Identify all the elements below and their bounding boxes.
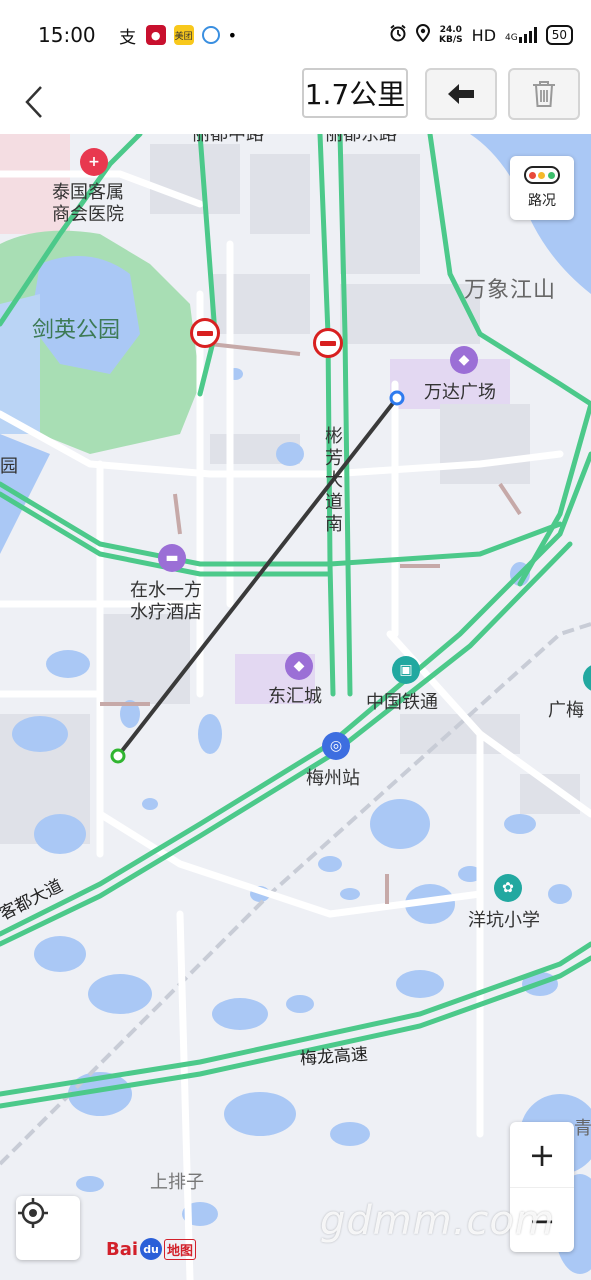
measure-end-point[interactable] bbox=[389, 390, 405, 406]
signal-type: 4G bbox=[505, 33, 518, 43]
donghui-label: 东汇城 bbox=[268, 686, 322, 707]
measure-start-point[interactable] bbox=[110, 748, 126, 764]
status-app-icons: 支 ● 美团 • bbox=[118, 25, 238, 48]
baidu-map-logo: Bai du 地图 bbox=[106, 1238, 197, 1260]
chevron-left-icon bbox=[25, 86, 42, 118]
delete-button[interactable] bbox=[508, 68, 580, 120]
hotel-pin-icon[interactable]: ▬ bbox=[158, 544, 186, 572]
distance-readout: 1.7公里 bbox=[302, 68, 408, 118]
back-button[interactable] bbox=[14, 78, 54, 126]
wanxiang-label: 万象江山 bbox=[464, 278, 557, 303]
locate-button[interactable] bbox=[16, 1196, 80, 1260]
hotel-label: 在水一方 水疗酒店 bbox=[130, 580, 202, 623]
shopping-pin-icon[interactable]: ◆ bbox=[285, 652, 313, 680]
binfang-road-label: 彬芳大道南 bbox=[325, 426, 343, 535]
hospital-label: 泰国客属 商会医院 bbox=[52, 182, 124, 225]
measure-toolbar: 1.7公里 bbox=[0, 68, 591, 134]
status-indicators: 24.0 KB/S HD 4G 50 bbox=[389, 23, 573, 46]
telecom-pin-icon[interactable]: ▣ bbox=[392, 656, 420, 684]
logo-map: 地图 bbox=[164, 1238, 197, 1260]
net-speed-unit: KB/S bbox=[439, 35, 463, 45]
map-view[interactable]: + ◆ ▬ ◆ ▣ ◎ ✿ 丽都中路 丽都东路 泰国客属 商会医院 剑英公园 万… bbox=[0, 134, 591, 1280]
meilong-road-label: 梅龙高速 bbox=[299, 1044, 369, 1070]
trash-icon bbox=[533, 81, 555, 107]
arrow-left-icon bbox=[448, 84, 474, 104]
shangpaizi-label: 上排子 bbox=[150, 1172, 204, 1193]
status-bar: 15:00 支 ● 美团 • 24.0 KB/S HD 4G 50 bbox=[0, 0, 591, 70]
top-road-left-label: 丽都中路 bbox=[192, 134, 264, 145]
net-speed-value: 24.0 bbox=[439, 25, 462, 35]
hospital-pin-icon[interactable]: + bbox=[80, 148, 108, 176]
hd-indicator: HD bbox=[471, 25, 497, 45]
shopping-pin-icon[interactable]: ◆ bbox=[450, 346, 478, 374]
station-label: 梅州站 bbox=[306, 768, 360, 789]
logo-du: du bbox=[140, 1238, 163, 1260]
alarm-icon bbox=[389, 24, 407, 46]
app-icon: ● bbox=[145, 25, 166, 45]
signal-icon: 4G bbox=[505, 27, 537, 43]
logo-bai: Bai bbox=[106, 1238, 139, 1260]
yangkeng-label: 洋坑小学 bbox=[468, 910, 540, 931]
wanda-label: 万达广场 bbox=[424, 382, 496, 403]
traffic-light-icon bbox=[524, 166, 560, 184]
network-speed: 24.0 KB/S bbox=[439, 25, 463, 45]
park-label: 剑英公园 bbox=[32, 318, 121, 343]
traffic-label: 路况 bbox=[528, 193, 556, 209]
traffic-toggle-button[interactable]: 路况 bbox=[510, 156, 574, 220]
dot-icon: • bbox=[227, 25, 238, 45]
guangmei-label: 广梅 bbox=[548, 700, 584, 721]
zoom-in-button[interactable]: + bbox=[510, 1122, 574, 1188]
crosshair-icon bbox=[18, 1198, 48, 1228]
left-edge-label: 花园 bbox=[0, 456, 18, 477]
no-entry-icon bbox=[313, 328, 343, 358]
undo-button[interactable] bbox=[425, 68, 497, 120]
battery-icon: 50 bbox=[545, 25, 573, 45]
school-pin-icon[interactable]: ✿ bbox=[494, 874, 522, 902]
alipay-icon: 支 bbox=[119, 27, 137, 48]
watermark: gdmm.com bbox=[320, 1198, 555, 1244]
status-time: 15:00 bbox=[38, 23, 96, 47]
app-icon bbox=[201, 26, 220, 44]
meituan-icon: 美团 bbox=[173, 25, 194, 45]
location-icon bbox=[416, 23, 431, 46]
tietong-label: 中国铁通 bbox=[366, 692, 438, 713]
station-pin-icon[interactable]: ◎ bbox=[322, 732, 350, 760]
top-road-right-label: 丽都东路 bbox=[325, 134, 397, 145]
no-entry-icon bbox=[190, 318, 220, 348]
right-edge-label: 青高 bbox=[574, 1118, 591, 1139]
